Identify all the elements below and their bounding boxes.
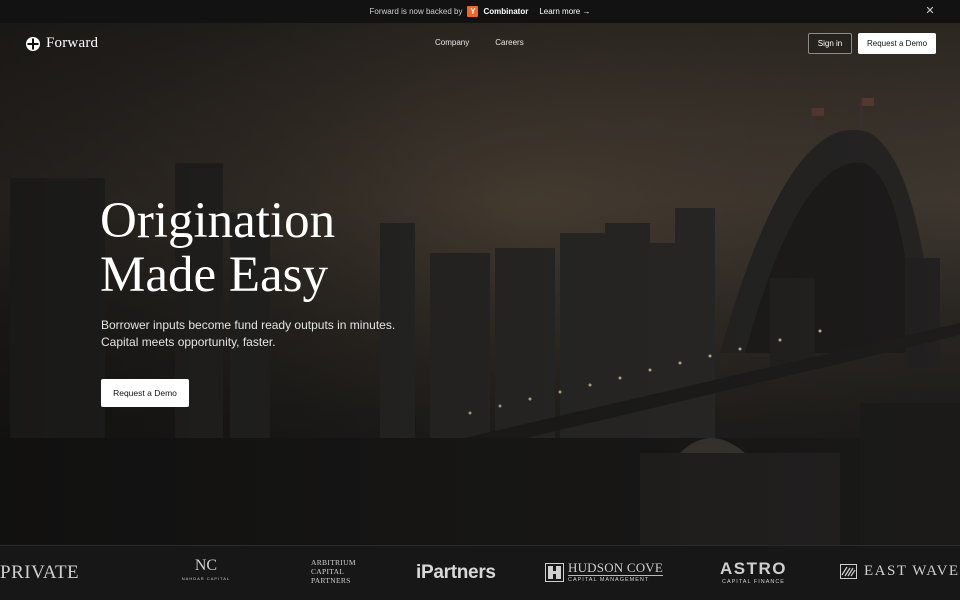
- logo-nahdar-capital: NC NAHDAR CAPITAL: [180, 557, 232, 582]
- nav-link-company[interactable]: Company: [435, 38, 469, 47]
- logo-text: Forward: [46, 35, 99, 51]
- logo-hudson-cove: HUDSON COVE CAPITAL MANAGEMENT: [545, 560, 664, 583]
- hero-headline: Origination Made Easy: [100, 194, 335, 302]
- forward-logo-icon: [26, 36, 40, 51]
- logo-astro-text: ASTRO: [720, 559, 787, 578]
- logo-arbitrium-line-1: ARBITRIUM: [311, 558, 356, 567]
- logo-astro-sub: CAPITAL FINANCE: [722, 579, 785, 585]
- subline-line-2: Capital meets opportunity, faster.: [101, 335, 276, 349]
- logo-arbitrium: ARBITRIUM CAPITAL PARTNERS: [311, 558, 356, 585]
- logo[interactable]: Forward: [26, 35, 98, 52]
- logo-private-text: PRIVATE: [0, 562, 80, 583]
- logo-east-wave-text: EAST WAVE: [864, 563, 960, 579]
- top-nav: Forward Company Careers Sign in Request …: [0, 23, 960, 63]
- sign-in-button[interactable]: Sign in: [808, 33, 852, 54]
- headline-line-2: Made Easy: [100, 247, 329, 303]
- nav-links: Company Careers: [435, 38, 524, 47]
- learn-more-link[interactable]: Learn more →: [539, 7, 590, 16]
- announcement-text: Forward is now backed by: [369, 7, 463, 16]
- hero-subline: Borrower inputs become fund ready output…: [101, 317, 395, 351]
- logo-nahdar-text: NAHDAR CAPITAL: [181, 576, 231, 581]
- headline-line-1: Origination: [100, 193, 336, 249]
- logo-ipartners-text: iPartners: [416, 562, 496, 583]
- logo-private: PRIVATE: [0, 562, 79, 584]
- partner-logos-strip: PRIVATE NC NAHDAR CAPITAL ARBITRIUM CAPI…: [0, 545, 960, 600]
- logo-ipartners: iPartners: [416, 562, 496, 584]
- logo-east-wave: EAST WAVE: [840, 563, 960, 580]
- logo-hudson-sub: CAPITAL MANAGEMENT: [568, 575, 664, 583]
- y-combinator-logo-icon: Y: [467, 6, 479, 17]
- close-icon[interactable]: ✕: [924, 5, 936, 17]
- logo-hudson-text: HUDSON COVE: [568, 560, 664, 575]
- east-wave-mark-icon: [840, 564, 857, 579]
- logo-nahdar-monogram: NC: [194, 557, 218, 574]
- logo-arbitrium-line-3: PARTNERS: [311, 576, 351, 585]
- hudson-cove-mark-icon: [545, 563, 564, 582]
- logo-arbitrium-line-2: CAPITAL: [311, 567, 345, 576]
- announcement-brand: Combinator: [483, 7, 529, 16]
- request-demo-hero-button[interactable]: Request a Demo: [101, 379, 189, 407]
- request-demo-nav-button[interactable]: Request a Demo: [858, 33, 936, 54]
- subline-line-1: Borrower inputs become fund ready output…: [101, 318, 396, 332]
- nav-link-careers[interactable]: Careers: [495, 38, 523, 47]
- announcement-bar: Forward is now backed by Y Combinator Le…: [0, 0, 960, 23]
- logo-astro: ASTRO CAPITAL FINANCE: [720, 560, 787, 585]
